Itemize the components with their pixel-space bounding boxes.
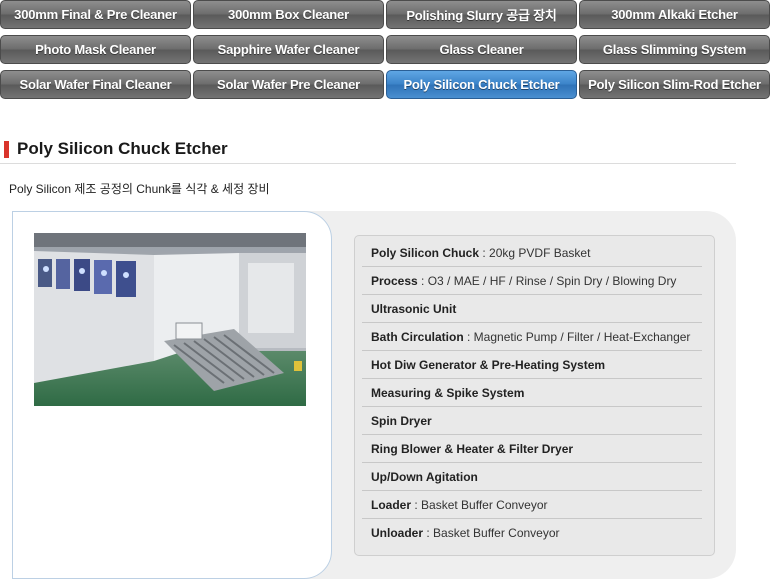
tab-polishing-slurry[interactable]: Polishing Slurry 공급 장치 xyxy=(386,0,577,29)
spec-name: Bath Circulation xyxy=(371,330,464,344)
spec-value: : Basket Buffer Conveyor xyxy=(411,498,548,512)
spec-row: Spin Dryer xyxy=(362,407,702,435)
tab-solar-wafer-pre-cleaner[interactable]: Solar Wafer Pre Cleaner xyxy=(193,70,384,99)
spec-name: Ultrasonic Unit xyxy=(371,302,457,316)
tab-300mm-alkaki-etcher[interactable]: 300mm Alkaki Etcher xyxy=(579,0,770,29)
tab-poly-silicon-chuck-etcher[interactable]: Poly Silicon Chuck Etcher xyxy=(386,70,577,99)
tab-glass-slimming-system[interactable]: Glass Slimming System xyxy=(579,35,770,64)
tab-300mm-box-cleaner[interactable]: 300mm Box Cleaner xyxy=(193,0,384,29)
spec-value: : 20kg PVDF Basket xyxy=(479,246,591,260)
spec-row: Bath Circulation : Magnetic Pump / Filte… xyxy=(362,323,702,351)
equipment-tab-menu: 300mm Final & Pre Cleaner 300mm Box Clea… xyxy=(0,0,770,100)
spec-name: Hot Diw Generator & Pre-Heating System xyxy=(371,358,606,372)
spec-value: : O3 / MAE / HF / Rinse / Spin Dry / Blo… xyxy=(417,274,677,288)
spec-row: Up/Down Agitation xyxy=(362,463,702,491)
tab-glass-cleaner[interactable]: Glass Cleaner xyxy=(386,35,577,64)
spec-name: Poly Silicon Chuck xyxy=(371,246,480,260)
spec-row: Ultrasonic Unit xyxy=(362,295,702,323)
tab-photo-mask-cleaner[interactable]: Photo Mask Cleaner xyxy=(0,35,191,64)
product-description: Poly Silicon 제조 공정의 Chunk를 식각 & 세정 장비 xyxy=(9,182,270,196)
page-title: Poly Silicon Chuck Etcher xyxy=(17,139,228,158)
spec-row: Ring Blower & Heater & Filter Dryer xyxy=(362,435,702,463)
spec-row: Unloader : Basket Buffer Conveyor xyxy=(362,519,702,547)
spec-row: Loader : Basket Buffer Conveyor xyxy=(362,491,702,519)
section-header: Poly Silicon Chuck Etcher xyxy=(0,138,736,164)
spec-name: Ring Blower & Heater & Filter Dryer xyxy=(371,442,574,456)
equipment-photo-illustration xyxy=(34,233,306,406)
tab-poly-silicon-slim-rod-etcher[interactable]: Poly Silicon Slim-Rod Etcher xyxy=(579,70,770,99)
spec-name: Process xyxy=(371,274,418,288)
spec-row: Process : O3 / MAE / HF / Rinse / Spin D… xyxy=(362,267,702,295)
spec-name: Spin Dryer xyxy=(371,414,432,428)
tab-sapphire-wafer-cleaner[interactable]: Sapphire Wafer Cleaner xyxy=(193,35,384,64)
equipment-photo xyxy=(34,233,306,406)
spec-value: : Basket Buffer Conveyor xyxy=(423,526,560,540)
spec-row: Poly Silicon Chuck : 20kg PVDF Basket xyxy=(362,239,702,267)
spec-row: Hot Diw Generator & Pre-Heating System xyxy=(362,351,702,379)
spec-row: Measuring & Spike System xyxy=(362,379,702,407)
spec-name: Unloader xyxy=(371,526,424,540)
tab-300mm-final-pre-cleaner[interactable]: 300mm Final & Pre Cleaner xyxy=(0,0,191,29)
spec-name: Measuring & Spike System xyxy=(371,386,525,400)
spec-value: : Magnetic Pump / Filter / Heat-Exchange… xyxy=(463,330,691,344)
spec-name: Loader xyxy=(371,498,412,512)
spec-name: Up/Down Agitation xyxy=(371,470,478,484)
tab-solar-wafer-final-cleaner[interactable]: Solar Wafer Final Cleaner xyxy=(0,70,191,99)
title-accent-bar xyxy=(4,141,9,158)
